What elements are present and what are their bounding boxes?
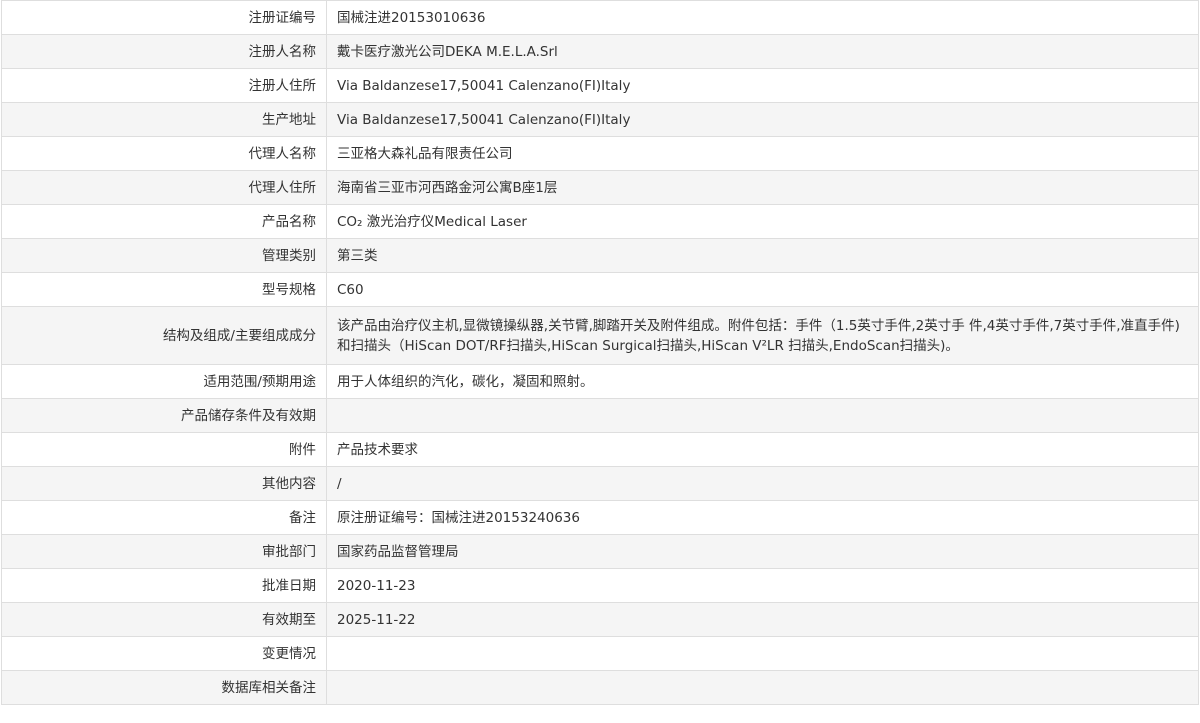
row-agent-name: 代理人名称 三亚格大森礼品有限责任公司 bbox=[1, 136, 1199, 171]
row-management-category: 管理类别 第三类 bbox=[1, 238, 1199, 273]
field-value: 戴卡医疗激光公司DEKA M.E.L.A.Srl bbox=[326, 34, 1199, 69]
row-production-address: 生产地址 Via Baldanzese17,50041 Calenzano(FI… bbox=[1, 102, 1199, 137]
field-label: 型号规格 bbox=[1, 272, 327, 307]
field-label: 附件 bbox=[1, 432, 327, 467]
field-value: 第三类 bbox=[326, 238, 1199, 273]
row-registration-number: 注册证编号 国械注进20153010636 bbox=[1, 0, 1199, 35]
field-label: 注册证编号 bbox=[1, 0, 327, 35]
field-label: 有效期至 bbox=[1, 602, 327, 637]
field-label: 结构及组成/主要组成成分 bbox=[1, 306, 327, 365]
field-value: 国械注进20153010636 bbox=[326, 0, 1199, 35]
field-label: 其他内容 bbox=[1, 466, 327, 501]
row-structure-composition: 结构及组成/主要组成成分 该产品由治疗仪主机,显微镜操纵器,关节臂,脚踏开关及附… bbox=[1, 306, 1199, 365]
row-product-name: 产品名称 CO₂ 激光治疗仪Medical Laser bbox=[1, 204, 1199, 239]
field-value: 海南省三亚市河西路金河公寓B座1层 bbox=[326, 170, 1199, 205]
field-label: 变更情况 bbox=[1, 636, 327, 671]
field-value: 原注册证编号：国械注进20153240636 bbox=[326, 500, 1199, 535]
field-value: 国家药品监督管理局 bbox=[326, 534, 1199, 569]
field-value: C60 bbox=[326, 272, 1199, 307]
field-label: 产品储存条件及有效期 bbox=[1, 398, 327, 433]
field-value: / bbox=[326, 466, 1199, 501]
field-label: 管理类别 bbox=[1, 238, 327, 273]
field-value: 该产品由治疗仪主机,显微镜操纵器,关节臂,脚踏开关及附件组成。附件包括：手件（1… bbox=[326, 306, 1199, 365]
row-agent-address: 代理人住所 海南省三亚市河西路金河公寓B座1层 bbox=[1, 170, 1199, 205]
field-label: 代理人名称 bbox=[1, 136, 327, 171]
field-value: CO₂ 激光治疗仪Medical Laser bbox=[326, 204, 1199, 239]
row-change-status: 变更情况 bbox=[1, 636, 1199, 671]
field-label: 产品名称 bbox=[1, 204, 327, 239]
field-label: 注册人住所 bbox=[1, 68, 327, 103]
field-value: Via Baldanzese17,50041 Calenzano(FI)Ital… bbox=[326, 102, 1199, 137]
row-database-remarks: 数据库相关备注 bbox=[1, 670, 1199, 705]
row-intended-use: 适用范围/预期用途 用于人体组织的汽化，碳化，凝固和照射。 bbox=[1, 364, 1199, 399]
field-label: 代理人住所 bbox=[1, 170, 327, 205]
field-value bbox=[326, 398, 1199, 433]
field-value: 2020-11-23 bbox=[326, 568, 1199, 603]
field-label: 批准日期 bbox=[1, 568, 327, 603]
field-label: 数据库相关备注 bbox=[1, 670, 327, 705]
field-value bbox=[326, 636, 1199, 671]
row-other-content: 其他内容 / bbox=[1, 466, 1199, 501]
row-attachment: 附件 产品技术要求 bbox=[1, 432, 1199, 467]
row-approval-department: 审批部门 国家药品监督管理局 bbox=[1, 534, 1199, 569]
row-registrant-address: 注册人住所 Via Baldanzese17,50041 Calenzano(F… bbox=[1, 68, 1199, 103]
row-model-spec: 型号规格 C60 bbox=[1, 272, 1199, 307]
field-value: 用于人体组织的汽化，碳化，凝固和照射。 bbox=[326, 364, 1199, 399]
field-value: 三亚格大森礼品有限责任公司 bbox=[326, 136, 1199, 171]
field-value: Via Baldanzese17,50041 Calenzano(FI)Ital… bbox=[326, 68, 1199, 103]
row-remarks: 备注 原注册证编号：国械注进20153240636 bbox=[1, 500, 1199, 535]
field-value: 2025-11-22 bbox=[326, 602, 1199, 637]
row-storage-validity: 产品储存条件及有效期 bbox=[1, 398, 1199, 433]
field-label: 审批部门 bbox=[1, 534, 327, 569]
row-valid-until: 有效期至 2025-11-22 bbox=[1, 602, 1199, 637]
field-label: 注册人名称 bbox=[1, 34, 327, 69]
field-label: 生产地址 bbox=[1, 102, 327, 137]
field-value: 产品技术要求 bbox=[326, 432, 1199, 467]
field-label: 备注 bbox=[1, 500, 327, 535]
field-label: 适用范围/预期用途 bbox=[1, 364, 327, 399]
registration-detail-table: 注册证编号 国械注进20153010636 注册人名称 戴卡医疗激光公司DEKA… bbox=[1, 0, 1199, 705]
row-registrant-name: 注册人名称 戴卡医疗激光公司DEKA M.E.L.A.Srl bbox=[1, 34, 1199, 69]
row-approval-date: 批准日期 2020-11-23 bbox=[1, 568, 1199, 603]
field-value bbox=[326, 670, 1199, 705]
